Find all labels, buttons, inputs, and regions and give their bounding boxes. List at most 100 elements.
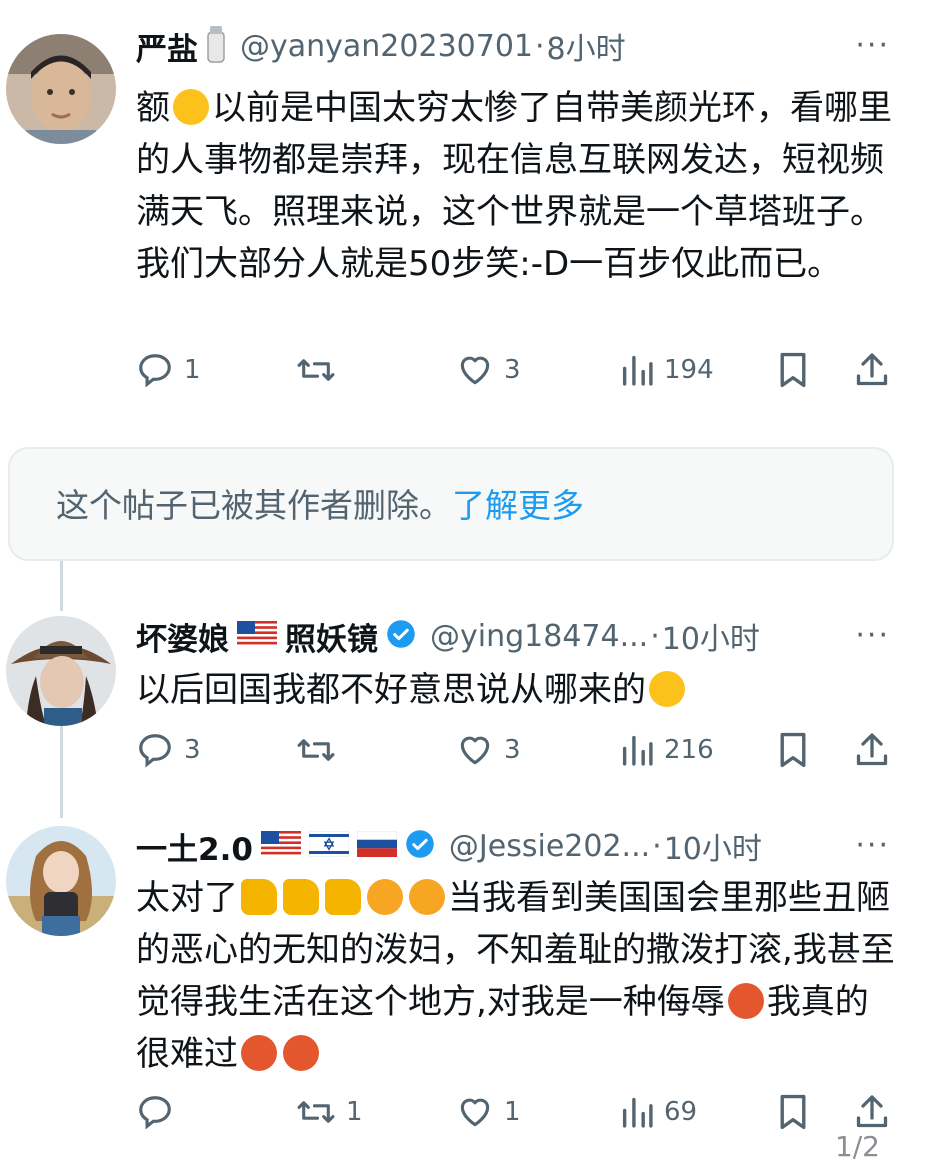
post-text-rest: 以前是中国太穷太惨了自带美颜光环，看哪里的人事物都是崇拜，现在信息互联网发达，短…	[136, 88, 892, 284]
share-button[interactable]	[854, 728, 890, 772]
retweet-icon	[297, 359, 335, 381]
deleted-post-notice: 这个帖子已被其作者删除。了解更多	[8, 447, 894, 561]
view-count: 69	[664, 1097, 698, 1127]
verified-badge-icon	[386, 619, 416, 653]
view-count: 216	[664, 735, 714, 765]
share-button[interactable]	[854, 1090, 890, 1134]
retweet-count: 1	[346, 1097, 363, 1127]
share-icon	[856, 353, 888, 386]
bookmark-icon	[780, 1094, 806, 1130]
bookmark-icon	[780, 732, 806, 768]
like-count: 3	[504, 355, 521, 385]
cursing-face-emoji-icon	[727, 983, 764, 1019]
reply-icon	[139, 734, 171, 768]
views-chart-icon	[622, 1097, 653, 1128]
page-indicator: 1/2	[834, 1130, 880, 1163]
display-name[interactable]: 一土2.0	[136, 824, 253, 869]
heart-icon	[460, 736, 490, 765]
user-handle[interactable]: @ying18474...	[430, 619, 648, 654]
reply-button[interactable]: 1	[136, 348, 201, 392]
smiling-hearts-emoji-icon	[409, 879, 445, 915]
russia-flag-icon	[356, 830, 398, 861]
like-button[interactable]: 1	[456, 1090, 521, 1134]
post-text-content: 以后回国我都不好意思说从哪来的	[136, 670, 646, 710]
deleted-text: 这个帖子已被其作者删除。	[56, 486, 452, 525]
reply-icon	[139, 354, 171, 388]
thumbs-up-emoji-icon	[325, 879, 361, 915]
bookmark-icon	[780, 352, 806, 388]
post-header: 严盐 @yanyan20230701 · 8小时	[136, 20, 626, 72]
reply-icon	[139, 1096, 171, 1130]
thumbs-up-emoji-icon	[241, 879, 277, 915]
separator-dot: ·	[650, 618, 660, 654]
learn-more-link[interactable]: 了解更多	[452, 486, 584, 525]
post-text: 以后回国我都不好意思说从哪来的	[136, 664, 896, 716]
post-text: 额以前是中国太穷太惨了自带美颜光环，看哪里的人事物都是崇拜，现在信息互联网发达，…	[136, 82, 896, 290]
user-handle[interactable]: @Jessie202...	[449, 829, 650, 864]
bookmark-button[interactable]	[776, 728, 810, 772]
reply-button[interactable]	[136, 1090, 184, 1134]
share-icon	[856, 733, 888, 766]
views-chart-icon	[622, 355, 653, 386]
display-name-suffix[interactable]: 照妖镜	[285, 614, 378, 659]
separator-dot: ·	[652, 828, 662, 864]
display-name[interactable]: 坏婆娘	[136, 614, 229, 659]
post-header: 一土2.0 @Jessie202... · 10小时	[136, 820, 762, 872]
like-button[interactable]: 3	[456, 728, 521, 772]
bookmark-button[interactable]	[776, 1090, 810, 1134]
like-count: 1	[504, 1097, 521, 1127]
like-count: 3	[504, 735, 521, 765]
share-button[interactable]	[854, 348, 890, 392]
timestamp[interactable]: 10小时	[662, 614, 760, 658]
thumbs-up-emoji-icon	[283, 879, 319, 915]
deleted-message: 这个帖子已被其作者删除。了解更多	[56, 479, 584, 527]
us-flag-icon	[237, 621, 277, 651]
sweat-face-emoji-icon	[173, 89, 209, 125]
action-bar: 1 3 194	[136, 348, 896, 392]
post-text: 太对了 当我看到美国国会里那些丑陋的恶心的无知的泼妇，不知羞耻的撒泼打滚,我甚至觉…	[136, 872, 896, 1080]
avatar[interactable]	[6, 34, 116, 144]
more-options-icon[interactable]: ···	[855, 31, 890, 61]
retweet-icon	[297, 739, 335, 761]
display-name[interactable]: 严盐	[136, 24, 198, 69]
views-chart-icon	[622, 735, 653, 766]
heart-icon	[460, 356, 490, 385]
retweet-button[interactable]	[296, 348, 346, 392]
cursing-face-emoji-icon	[283, 1035, 319, 1071]
retweet-button[interactable]	[296, 728, 346, 772]
reply-count: 3	[184, 735, 201, 765]
post-2[interactable]: 坏婆娘 照妖镜 @ying18474... · 10小时 ··· 以后回国我都不…	[0, 610, 926, 790]
reply-button[interactable]: 3	[136, 728, 201, 772]
cursing-face-emoji-icon	[241, 1035, 277, 1071]
retweet-button[interactable]: 1	[296, 1090, 363, 1134]
verified-badge-icon	[405, 829, 435, 863]
share-icon	[856, 1095, 888, 1128]
avatar[interactable]	[6, 826, 116, 936]
smiling-hearts-emoji-icon	[367, 879, 403, 915]
more-options-icon[interactable]: ···	[855, 621, 890, 651]
user-handle[interactable]: @yanyan20230701	[240, 29, 533, 64]
post-1[interactable]: 严盐 @yanyan20230701 · 8小时 ··· 额以前是中国太穷太惨了…	[0, 20, 926, 420]
more-options-icon[interactable]: ···	[855, 831, 890, 861]
heart-icon	[460, 1098, 490, 1127]
views-button[interactable]: 194	[620, 348, 714, 392]
post-text-start: 太对了	[136, 878, 238, 918]
us-flag-icon	[260, 831, 301, 861]
views-button[interactable]: 216	[620, 728, 714, 772]
timestamp[interactable]: 8小时	[547, 24, 626, 68]
post-header: 坏婆娘 照妖镜 @ying18474... · 10小时	[136, 610, 760, 662]
reply-count: 1	[184, 355, 201, 385]
israel-flag-icon	[308, 830, 350, 861]
thread-line	[60, 561, 63, 611]
action-bar: 1 1 69	[136, 1090, 896, 1134]
post-3[interactable]: 一土2.0 @Jessie202... · 10小时 ··· 太对了 当我看到美国…	[0, 820, 926, 1140]
retweet-icon	[297, 1101, 335, 1123]
views-button[interactable]: 69	[620, 1090, 697, 1134]
avatar[interactable]	[6, 616, 116, 726]
view-count: 194	[664, 355, 714, 385]
post-text-start: 额	[136, 88, 170, 128]
like-button[interactable]: 3	[456, 348, 521, 392]
bookmark-button[interactable]	[776, 348, 810, 392]
salt-shaker-icon	[206, 24, 226, 68]
timestamp[interactable]: 10小时	[664, 824, 762, 868]
